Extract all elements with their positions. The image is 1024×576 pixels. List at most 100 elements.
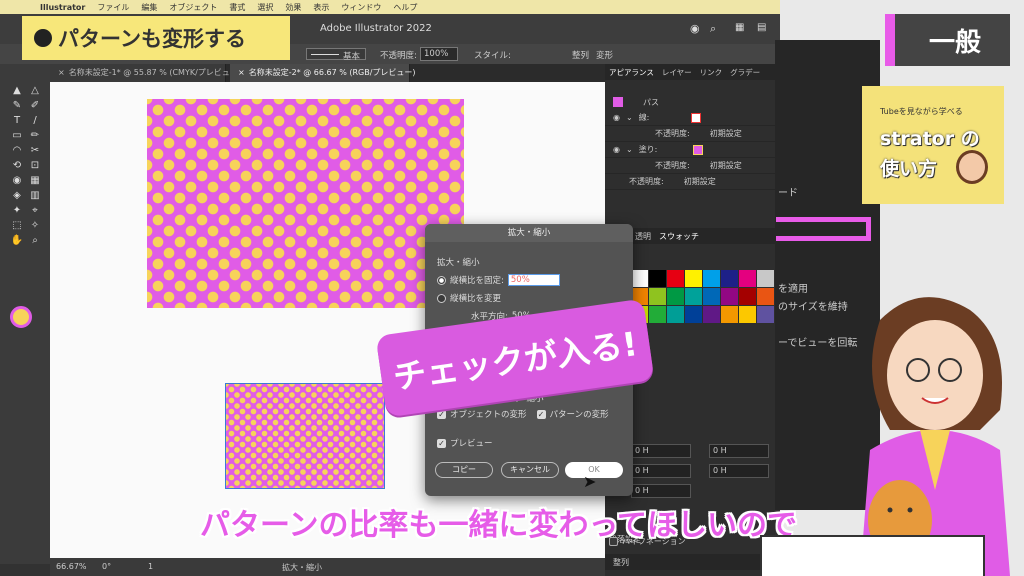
pattern-transform-checkbox[interactable]: ✓ — [536, 409, 546, 419]
color-swatch[interactable] — [685, 288, 702, 305]
color-swatch[interactable] — [757, 306, 774, 323]
color-swatch[interactable] — [649, 270, 666, 287]
object-transform-checkbox[interactable]: ✓ — [437, 409, 446, 419]
opacity-input[interactable]: 100% — [420, 47, 458, 61]
color-swatch[interactable] — [667, 306, 684, 323]
tool-icon[interactable]: ◠ — [10, 144, 24, 158]
stroke-style-select[interactable]: 基本 — [306, 48, 366, 62]
tool-icon[interactable]: ⌖ — [28, 204, 42, 218]
menu-item[interactable]: 編集 — [141, 2, 157, 13]
menu-item[interactable]: ウィンドウ — [341, 2, 381, 13]
arrange-icon[interactable]: ▦ — [735, 22, 744, 33]
panel-tab[interactable]: レイヤー — [662, 67, 692, 78]
zoom-level[interactable]: 66.67% — [56, 562, 87, 571]
object-opacity-row[interactable]: 不透明度: 初期設定 — [605, 174, 775, 190]
transform-label[interactable]: 変形 — [596, 49, 613, 61]
preview-checkbox[interactable]: ✓ — [437, 438, 446, 448]
uniform-input[interactable]: 50% — [507, 274, 560, 286]
indent-field[interactable]: 0 H — [631, 484, 691, 498]
color-swatch[interactable] — [667, 288, 684, 305]
cancel-button[interactable]: キャンセル — [501, 462, 559, 478]
color-swatch[interactable] — [721, 288, 738, 305]
tool-icon[interactable]: / — [28, 114, 42, 128]
uniform-radio[interactable] — [437, 275, 446, 285]
tool-icon[interactable]: ⟲ — [10, 159, 24, 173]
color-swatch[interactable] — [757, 270, 774, 287]
panel-tab[interactable]: スウォッチ — [659, 231, 699, 242]
color-swatch[interactable] — [703, 306, 720, 323]
tool-icon[interactable]: ◈ — [10, 189, 24, 203]
appearance-path-row[interactable]: パス — [605, 94, 775, 110]
stroke-swatch[interactable] — [691, 112, 702, 123]
tab-document-2[interactable]: × 名称未設定-2* @ 66.67 % (RGB/プレビュー) — [230, 64, 416, 82]
menu-item[interactable]: 選択 — [257, 2, 273, 13]
pattern-rectangle-original[interactable] — [147, 99, 464, 308]
color-swatch[interactable] — [685, 306, 702, 323]
indent-field[interactable]: 0 H — [709, 444, 769, 458]
tool-icon[interactable]: ⬚ — [10, 219, 24, 233]
indent-field[interactable]: 0 H — [631, 444, 691, 458]
color-swatch[interactable] — [721, 306, 738, 323]
color-swatch[interactable] — [631, 270, 648, 287]
color-swatch[interactable] — [739, 288, 756, 305]
tool-icon[interactable]: ✎ — [10, 99, 24, 113]
color-swatch[interactable] — [667, 270, 684, 287]
stroke-row[interactable]: ◉ ⌄ 線: — [605, 110, 775, 126]
tool-icon[interactable]: ✂ — [28, 144, 42, 158]
menu-item[interactable]: 書式 — [229, 2, 245, 13]
fill-row[interactable]: ◉ ⌄ 塗り: — [605, 142, 775, 158]
tool-icon[interactable]: ✐ — [28, 99, 42, 113]
color-swatch[interactable] — [739, 270, 756, 287]
fill-swatch[interactable] — [693, 144, 704, 155]
tool-icon[interactable]: ✏ — [28, 129, 42, 143]
tool-icon[interactable]: ✧ — [28, 219, 42, 233]
color-swatch[interactable] — [649, 288, 666, 305]
align-label[interactable]: 整列 — [572, 49, 589, 61]
fill-opacity-row[interactable]: 不透明度: 初期設定 — [605, 158, 775, 174]
fill-swatch-icon[interactable] — [10, 306, 32, 328]
menu-item[interactable]: ファイル — [97, 2, 129, 13]
panel-tab[interactable]: リンク — [700, 67, 723, 78]
align-panel-tab[interactable]: 整列 — [605, 554, 775, 570]
tool-icon[interactable]: ▭ — [10, 129, 24, 143]
tool-icon[interactable]: ▥ — [28, 189, 42, 203]
pattern-rectangle-scaled[interactable] — [225, 383, 385, 489]
menu-item[interactable]: 効果 — [285, 2, 301, 13]
stroke-opacity-row[interactable]: 不透明度: 初期設定 — [605, 126, 775, 142]
color-swatch[interactable] — [757, 288, 774, 305]
menu-item[interactable]: ヘルプ — [393, 2, 417, 13]
panel-tab[interactable]: 透明 — [635, 231, 651, 242]
tool-icon[interactable]: ▲ — [10, 84, 24, 98]
search-icon[interactable]: ⌕ — [710, 22, 716, 36]
color-swatch[interactable] — [721, 270, 738, 287]
eye-icon[interactable]: ◉ — [613, 113, 620, 122]
tool-icon[interactable]: ⊡ — [28, 159, 42, 173]
eye-icon[interactable]: ◉ — [613, 145, 620, 154]
tool-icon[interactable]: ✦ — [10, 204, 24, 218]
tool-icon[interactable]: ◉ — [10, 174, 24, 188]
color-swatch[interactable] — [649, 306, 666, 323]
color-swatch[interactable] — [703, 288, 720, 305]
nonuniform-radio[interactable] — [437, 293, 446, 303]
indent-field[interactable]: 0 H — [709, 464, 769, 478]
uniform-option[interactable]: 縦横比を固定: 50% — [437, 274, 560, 286]
rotation-value[interactable]: 0° — [102, 562, 111, 571]
tool-icon[interactable]: ▦ — [28, 174, 42, 188]
tab-document-1[interactable]: × 名称未設定-1* @ 55.87 % (CMYK/プレビュー) — [50, 64, 241, 82]
workspace-icon[interactable]: ▤ — [757, 22, 766, 33]
tool-icon[interactable]: △ — [28, 84, 42, 98]
color-swatch[interactable] — [685, 270, 702, 287]
tool-icon[interactable]: ⌕ — [28, 234, 42, 248]
preview-option[interactable]: ✓ プレビュー — [437, 437, 493, 449]
color-swatch[interactable] — [739, 306, 756, 323]
account-icon[interactable]: ◉ — [690, 22, 700, 35]
menu-item[interactable]: オブジェクト — [169, 2, 217, 13]
chevron-down-icon[interactable]: ⌄ — [626, 113, 633, 122]
tool-icon[interactable]: T — [10, 114, 24, 128]
artboard-number[interactable]: 1 — [148, 562, 153, 571]
tool-icon[interactable]: ✋ — [10, 234, 24, 248]
copy-button[interactable]: コピー — [435, 462, 493, 478]
menu-item[interactable]: 表示 — [313, 2, 329, 13]
chevron-down-icon[interactable]: ⌄ — [626, 145, 633, 154]
indent-field[interactable]: 0 H — [631, 464, 691, 478]
